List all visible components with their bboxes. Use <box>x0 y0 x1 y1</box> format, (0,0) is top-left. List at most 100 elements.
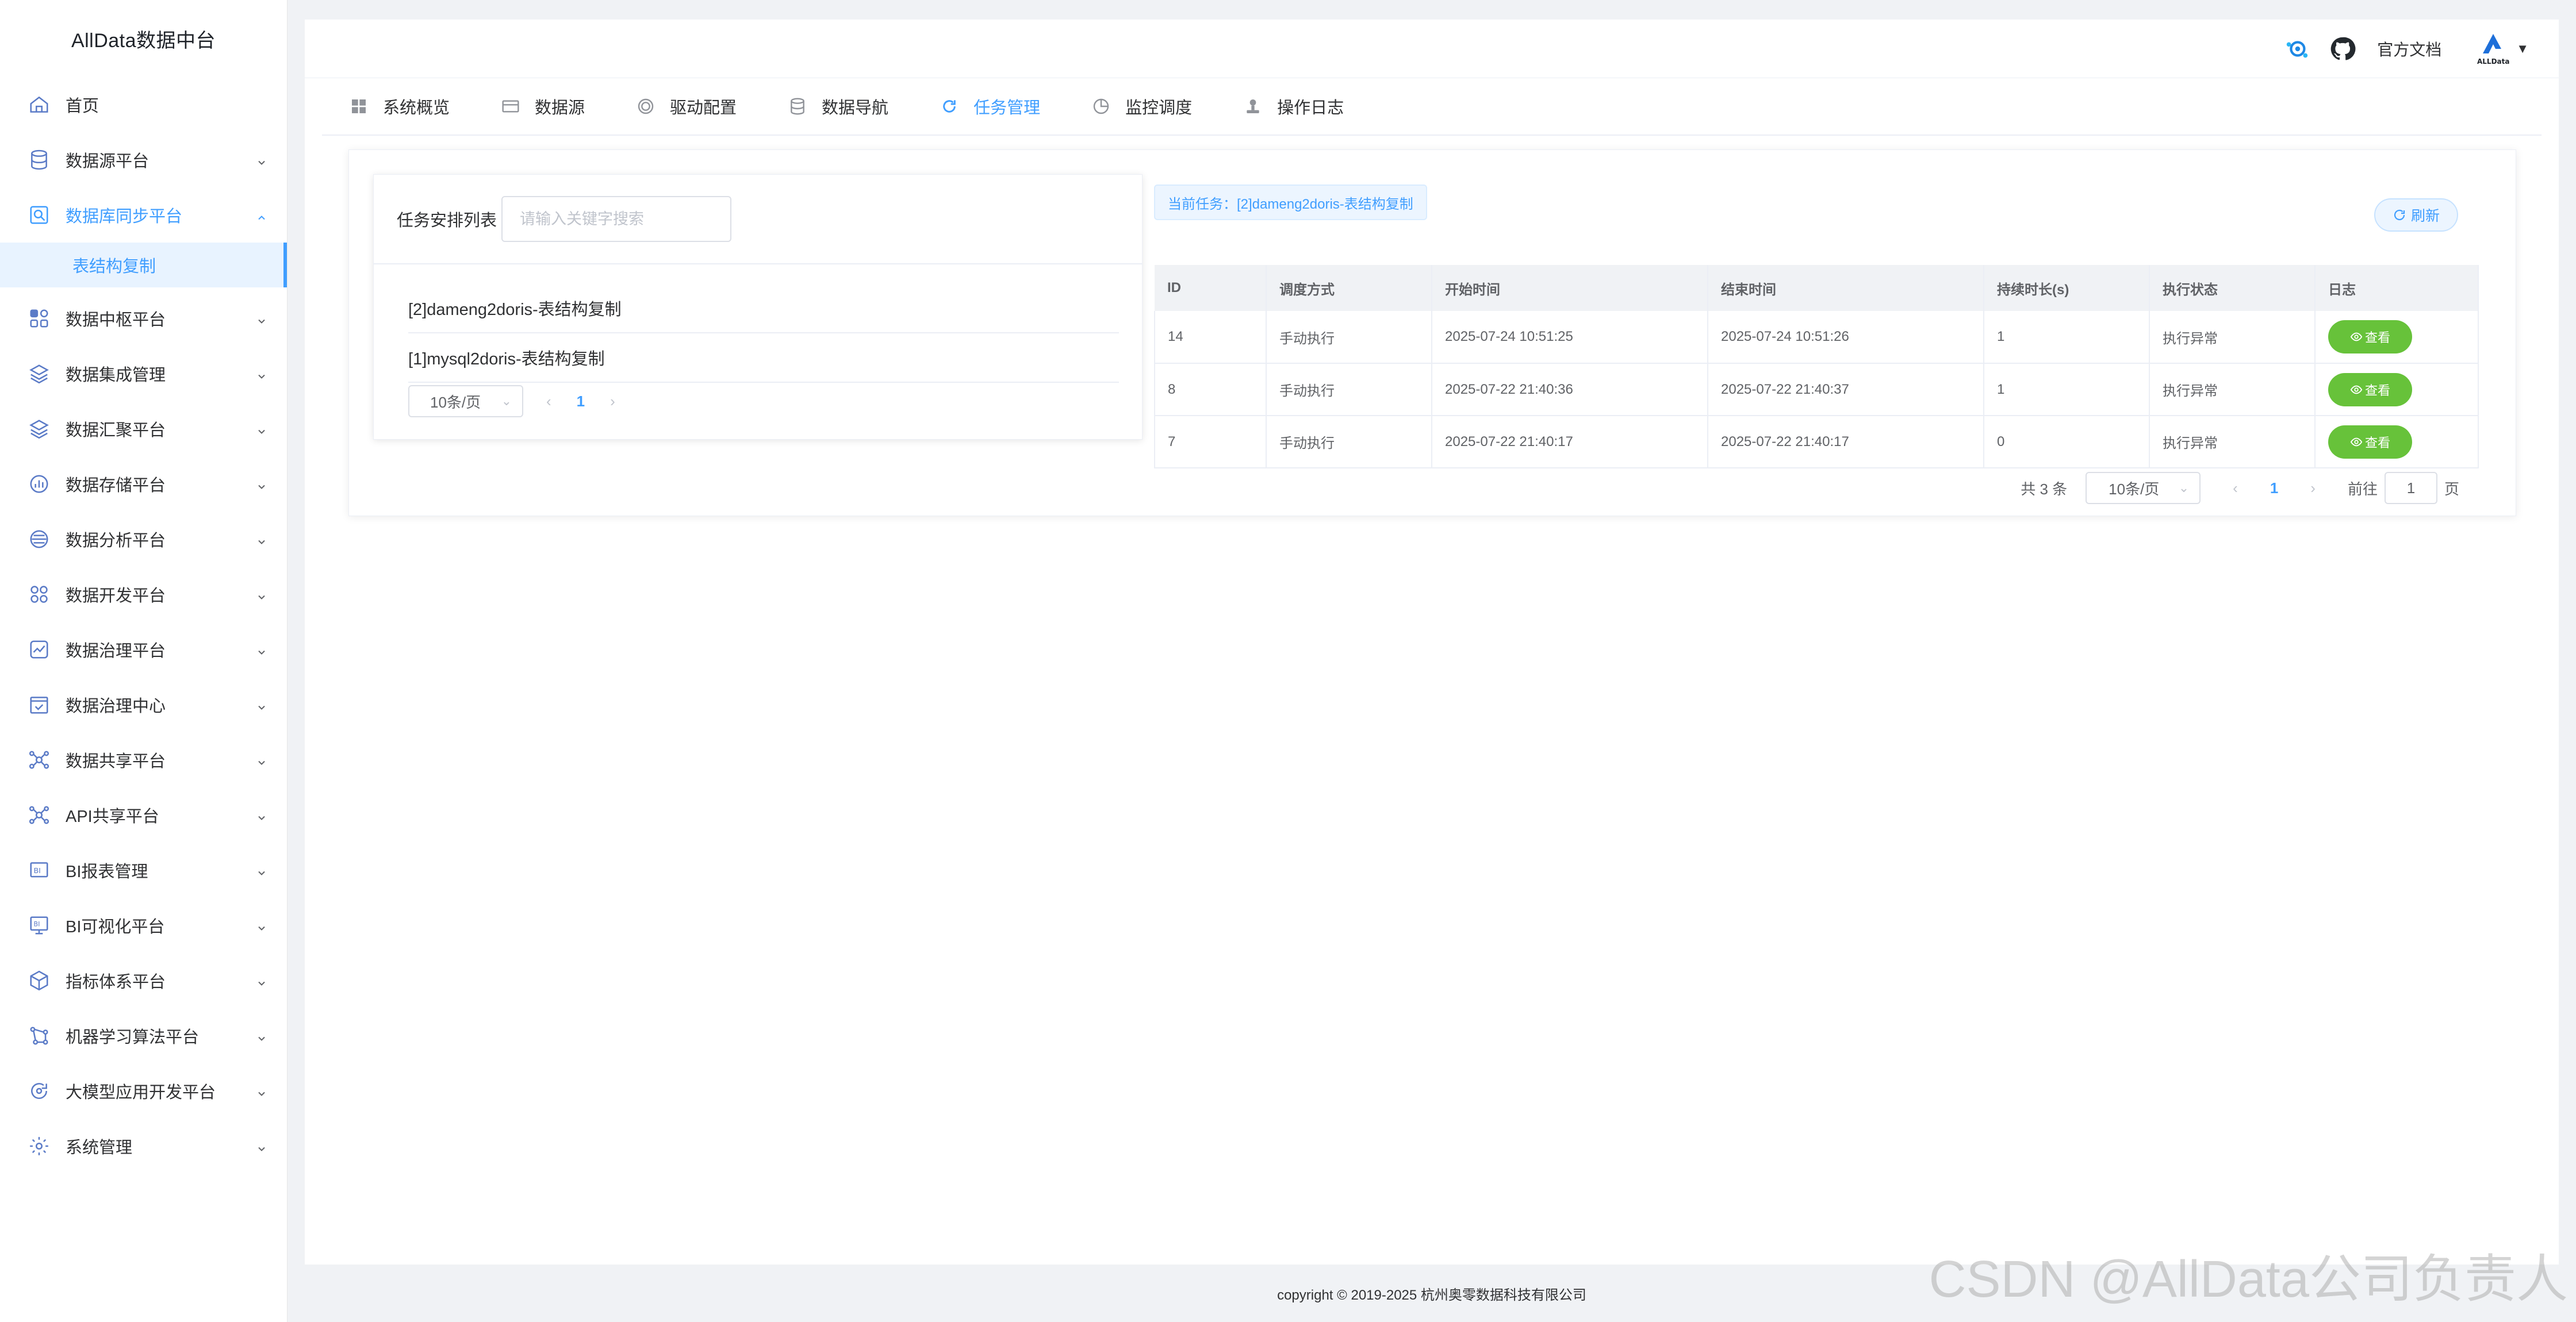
sidebar-item-data-governance-center[interactable]: 数据治理中心 <box>0 677 287 732</box>
official-docs-link[interactable]: 官方文档 <box>2377 37 2441 60</box>
main-content: 官方文档 ALLData ▼ 系统概览 数据源 驱动配置 数据导航 任务管理 监… <box>305 20 2559 1265</box>
bi-monitor-icon: BI <box>28 914 51 937</box>
view-log-label: 查看 <box>2364 435 2390 450</box>
sidebar-item-ml-platform[interactable]: 机器学习算法平台 <box>0 1008 287 1063</box>
table-row: 14 手动执行 2025-07-24 10:51:25 2025-07-24 1… <box>1154 311 2479 364</box>
sidebar-item-system-management[interactable]: 系统管理 <box>0 1119 287 1174</box>
chevron-up-icon <box>256 209 267 221</box>
cell-mode: 手动执行 <box>1266 416 1432 468</box>
sidebar-item-metrics-system[interactable]: 指标体系平台 <box>0 953 287 1008</box>
search-sync-icon <box>28 203 51 226</box>
gear-icon <box>28 1135 51 1158</box>
column-header: 持续时长(s) <box>1984 265 2150 311</box>
task-refresh-icon <box>940 97 959 116</box>
sidebar-item-data-hub[interactable]: 数据中枢平台 <box>0 291 287 346</box>
database-stack-icon <box>788 97 807 116</box>
sidebar-item-llm-app-dev[interactable]: 大模型应用开发平台 <box>0 1063 287 1119</box>
sidebar-item-bi-visualization[interactable]: BI BI可视化平台 <box>0 898 287 953</box>
sidebar-item-label: API共享平台 <box>66 808 159 826</box>
table-header-row: ID 调度方式 开始时间 结束时间 持续时长(s) 执行状态 日志 <box>1155 265 2479 311</box>
table-row: 8 手动执行 2025-07-22 21:40:36 2025-07-22 21… <box>1154 363 2479 416</box>
total-count: 共 3 条 <box>2021 480 2068 498</box>
page-size-select[interactable]: 10条/页 ⌄ <box>408 385 523 417</box>
sidebar-item-db-sync-platform[interactable]: 数据库同步平台 <box>0 187 287 243</box>
eye-icon <box>2350 332 2363 341</box>
cell-id: 8 <box>1154 363 1267 416</box>
api-network-icon <box>28 804 51 827</box>
view-log-button[interactable]: 查看 <box>2328 372 2412 406</box>
task-list-pagination: 10条/页 ⌄ ‹ 1 › <box>374 384 1142 418</box>
sidebar-item-data-storage[interactable]: 数据存储平台 <box>0 456 287 512</box>
sidebar-item-data-governance-platform[interactable]: 数据治理平台 <box>0 622 287 677</box>
cell-log: 查看 <box>2315 416 2479 468</box>
sidebar-item-label: 数据源平台 <box>66 152 150 171</box>
task-card: 任务安排列表 [2]dameng2doris-表结构复制 [1]mysql2do… <box>348 149 2516 516</box>
chevron-down-icon <box>256 1030 267 1042</box>
next-page-button[interactable]: › <box>2310 479 2316 497</box>
sidebar-item-data-sharing[interactable]: 数据共享平台 <box>0 732 287 787</box>
sidebar-subitem-table-structure-copy[interactable]: 表结构复制 <box>0 243 287 287</box>
cell-id: 14 <box>1154 311 1267 364</box>
execution-log-table: ID 调度方式 开始时间 结束时间 持续时长(s) 执行状态 日志 14 手动执… <box>1154 265 2479 468</box>
chevron-down-icon <box>256 313 267 324</box>
page-size-select[interactable]: 10条/页 ⌄ <box>2086 472 2201 504</box>
sidebar-item-label: 数据库同步平台 <box>66 207 183 226</box>
sidebar-item-home[interactable]: 首页 <box>0 77 287 132</box>
current-task-tag: 当前任务：[2]dameng2doris-表结构复制 <box>1154 185 1427 220</box>
prev-page-button[interactable]: ‹ <box>2233 479 2238 497</box>
sidebar-item-label: 数据开发平台 <box>66 587 166 605</box>
chevron-down-icon <box>256 644 267 655</box>
prev-page-button[interactable]: ‹ <box>546 393 551 410</box>
goto-page-input[interactable] <box>2384 472 2437 504</box>
trend-icon <box>28 638 51 661</box>
log-table-pagination: 共 3 条 10条/页 ⌄ ‹ 1 › 前往 页 <box>2021 472 2459 504</box>
sidebar-item-label: 指标体系平台 <box>66 973 166 991</box>
tab-operation-log[interactable]: 操作日志 <box>1244 78 1344 134</box>
tab-data-navigation[interactable]: 数据导航 <box>788 78 888 134</box>
sidebar-item-label: 数据共享平台 <box>66 752 166 771</box>
cell-mode: 手动执行 <box>1266 363 1432 416</box>
keyword-search-input[interactable] <box>501 196 732 242</box>
cell-start-time: 2025-07-24 10:51:25 <box>1432 311 1708 364</box>
goto-label: 前往 <box>2347 480 2378 498</box>
sidebar-item-data-integration[interactable]: 数据集成管理 <box>0 346 287 401</box>
refresh-button[interactable]: 刷新 <box>2374 198 2458 232</box>
brand-title[interactable]: AllData数据中台 <box>0 0 287 77</box>
page-number[interactable]: 1 <box>577 393 585 410</box>
tab-system-overview[interactable]: 系统概览 <box>350 78 450 134</box>
sidebar-item-data-development[interactable]: 数据开发平台 <box>0 567 287 622</box>
sidebar-item-label: 数据治理平台 <box>66 642 166 660</box>
sidebar-item-api-sharing[interactable]: API共享平台 <box>0 787 287 843</box>
tab-datasource[interactable]: 数据源 <box>501 78 585 134</box>
view-log-button[interactable]: 查看 <box>2328 425 2412 459</box>
sidebar-item-data-aggregation[interactable]: 数据汇聚平台 <box>0 401 287 456</box>
cell-id: 7 <box>1154 416 1267 468</box>
chevron-down-icon <box>256 1085 267 1097</box>
task-list-item[interactable]: [2]dameng2doris-表结构复制 <box>408 284 1119 333</box>
home-icon <box>28 93 51 116</box>
view-log-button[interactable]: 查看 <box>2328 320 2412 353</box>
nodes-icon <box>28 583 51 606</box>
task-list-item[interactable]: [1]mysql2doris-表结构复制 <box>408 333 1119 383</box>
sidebar-item-data-analysis[interactable]: 数据分析平台 <box>0 512 287 567</box>
tab-driver-config[interactable]: 驱动配置 <box>637 78 737 134</box>
layers-icon <box>28 362 51 385</box>
tab-task-management[interactable]: 任务管理 <box>940 78 1040 134</box>
user-menu[interactable]: ALLData ▼ <box>2475 30 2529 67</box>
cell-status: 执行异常 <box>2149 311 2316 364</box>
sidebar-item-bi-report[interactable]: BI BI报表管理 <box>0 843 287 898</box>
chat-bot-icon[interactable] <box>2282 34 2312 64</box>
sidebar-item-datasource-platform[interactable]: 数据源平台 <box>0 132 287 187</box>
page-size-value: 10条/页 <box>430 393 481 411</box>
chevron-down-icon <box>256 423 267 435</box>
tab-monitor-schedule[interactable]: 监控调度 <box>1092 78 1192 134</box>
view-log-label: 查看 <box>2364 330 2390 345</box>
page-number[interactable]: 1 <box>2270 479 2278 497</box>
sidebar-item-label: BI可视化平台 <box>66 918 165 936</box>
cell-end-time: 2025-07-24 10:51:26 <box>1708 311 1984 364</box>
sidebar-item-label: 首页 <box>66 97 99 116</box>
sidebar-item-label: 数据分析平台 <box>66 532 166 550</box>
task-schedule-panel: 任务安排列表 [2]dameng2doris-表结构复制 [1]mysql2do… <box>373 174 1143 440</box>
next-page-button[interactable]: › <box>610 393 615 410</box>
github-icon[interactable] <box>2328 34 2358 64</box>
